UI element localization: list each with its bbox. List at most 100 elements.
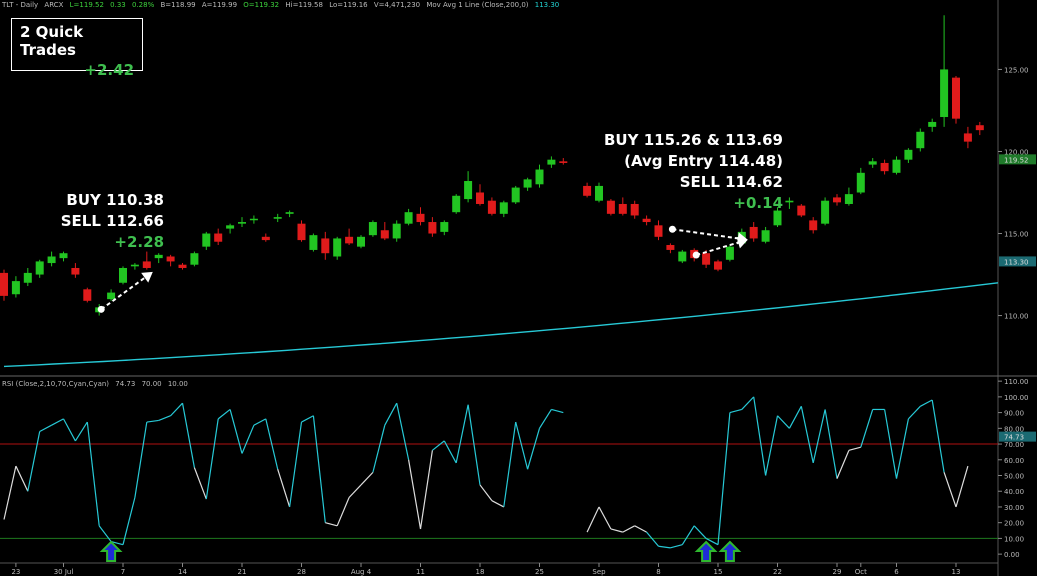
candle-body xyxy=(59,253,68,259)
candle-body xyxy=(487,200,496,214)
candle-body xyxy=(809,220,818,231)
candle-body xyxy=(154,254,163,259)
rsi-segment xyxy=(158,415,171,422)
rsi-value: 74.73 xyxy=(115,380,136,388)
candle-body xyxy=(464,181,473,200)
buy-arrow-icon xyxy=(718,540,742,562)
rsi-segment xyxy=(181,403,195,468)
rsi-tick-label: 30.00 xyxy=(1004,504,1024,512)
last-price: L=119.52 xyxy=(69,1,104,9)
candle-body xyxy=(47,256,56,264)
trade-arrow-layer xyxy=(97,225,748,313)
low-price: Lo=119.16 xyxy=(329,1,368,9)
candle-body xyxy=(83,289,92,301)
candle-body xyxy=(856,172,865,193)
rsi-segment xyxy=(432,440,445,451)
candle-body xyxy=(642,218,651,223)
rsi-segment xyxy=(800,406,814,464)
candle-body xyxy=(928,121,937,127)
candle-body xyxy=(440,222,449,232)
time-tick-label: 21 xyxy=(238,568,247,576)
candle-body xyxy=(666,245,675,250)
rsi-segment xyxy=(895,418,909,479)
rsi-segment xyxy=(3,465,17,520)
trade1-annotation: BUY 110.38 SELL 112.66 +2.28 xyxy=(60,190,164,253)
ma-label[interactable]: Mov Avg 1 Line (Close,200,0) xyxy=(426,1,528,9)
trade2-buy: BUY 115.26 & 113.69 xyxy=(604,131,783,149)
rsi-segment xyxy=(634,525,647,533)
candle-body xyxy=(714,261,722,270)
candle-body xyxy=(761,230,770,242)
candle-body xyxy=(333,238,342,257)
time-tick-label: 15 xyxy=(714,568,723,576)
candle-body xyxy=(785,200,794,203)
ma-value: 113.30 xyxy=(534,1,560,9)
candle-body xyxy=(583,185,592,196)
candle-body xyxy=(202,233,211,247)
trade2-annotation: BUY 115.26 & 113.69 (Avg Entry 114.48) S… xyxy=(598,130,783,214)
bid-price: B=118.99 xyxy=(160,1,196,9)
candle-body xyxy=(345,236,354,244)
rsi-segment xyxy=(253,418,267,426)
rsi-segment xyxy=(325,522,338,527)
rsi-segment xyxy=(670,544,683,549)
price-tick-label: 125.00 xyxy=(1004,66,1029,74)
rsi-tick-label: 50.00 xyxy=(1004,473,1024,481)
rsi-segment xyxy=(503,421,517,508)
price-tick-label: 110.00 xyxy=(1004,313,1029,321)
candle-body xyxy=(499,202,508,214)
moving-average-line xyxy=(3,282,999,368)
time-tick-label: 18 xyxy=(476,568,485,576)
candle-body xyxy=(916,131,925,149)
ma-price-tag: 113.30 xyxy=(1004,258,1029,266)
candle-body xyxy=(535,169,544,185)
symbol-label[interactable]: TLT - Daily xyxy=(2,1,38,9)
rsi-segment xyxy=(384,402,398,426)
candle-body xyxy=(428,222,437,234)
rsi-segment xyxy=(610,528,623,533)
candle-body xyxy=(940,69,949,118)
rsi-segment xyxy=(955,465,969,508)
pct-change: 0.28% xyxy=(131,1,155,9)
trade1-profit: +2.28 xyxy=(114,233,164,251)
rsi-segment xyxy=(86,421,100,526)
candle-body xyxy=(190,253,199,265)
rsi-segment xyxy=(360,471,374,486)
buy-arrow-icon xyxy=(99,540,123,562)
arrowhead-icon xyxy=(141,271,153,283)
candle-body xyxy=(725,246,734,260)
rsi-segment xyxy=(765,415,779,476)
candle-body xyxy=(261,236,270,241)
rsi-segment xyxy=(312,415,326,523)
candle-body xyxy=(523,179,532,188)
rsi-segment xyxy=(777,415,790,429)
rsi-segment xyxy=(289,421,303,508)
candle-body xyxy=(273,217,282,219)
candle-body xyxy=(297,223,306,241)
rsi-tick-label: 70.00 xyxy=(1004,441,1024,449)
summary-title: 2 Quick Trades xyxy=(20,23,84,59)
summary-profit: +2.42 xyxy=(84,61,134,79)
rsi-segment xyxy=(301,415,314,423)
time-tick-label: 14 xyxy=(178,568,187,576)
rsi-segment xyxy=(812,409,826,464)
rsi-label[interactable]: RSI (Close,2,10,70,Cyan,Cyan) xyxy=(2,380,109,388)
rsi-oversold: 10.00 xyxy=(167,380,188,388)
rsi-segment xyxy=(455,404,469,464)
time-tick-label: 25 xyxy=(535,568,544,576)
rsi-segment xyxy=(586,506,600,533)
axis-layer: 125.00120.00115.00110.00119.52113.30110.… xyxy=(11,66,1036,576)
candle-body xyxy=(833,197,841,203)
rsi-segment xyxy=(693,525,707,539)
candle-body xyxy=(142,261,151,268)
rsi-segment xyxy=(646,531,659,547)
candle-body xyxy=(559,161,568,163)
time-tick-label: Aug 4 xyxy=(351,568,372,576)
rsi-segment xyxy=(681,525,695,546)
rsi-segment xyxy=(551,408,564,414)
time-tick-label: 29 xyxy=(833,568,842,576)
candle-body xyxy=(119,267,127,283)
candle-body xyxy=(797,205,806,216)
rsi-segment xyxy=(74,421,88,442)
time-tick-label: 6 xyxy=(894,568,899,576)
